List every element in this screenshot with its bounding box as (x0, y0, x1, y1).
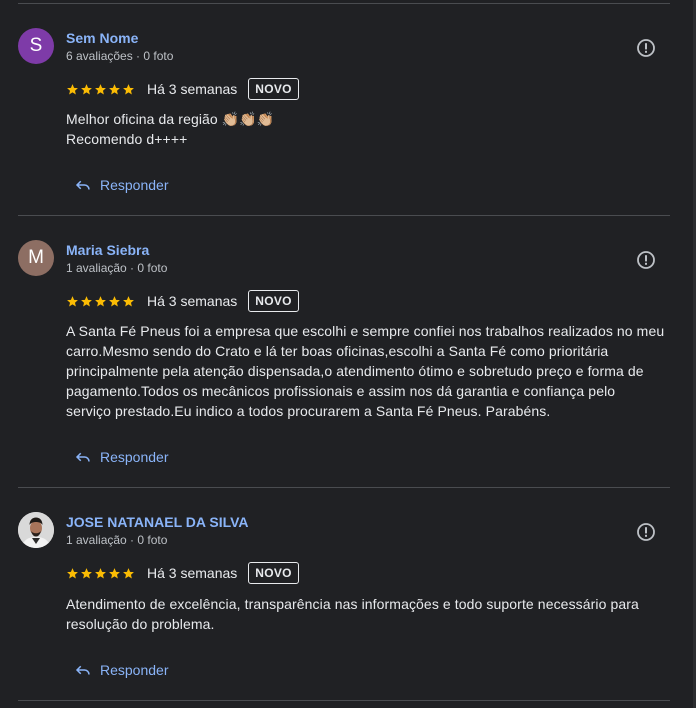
report-flag-icon[interactable] (636, 38, 656, 58)
review-text-line: carro.Mesmo sendo do Crato e lá ter boas… (66, 343, 609, 359)
star-icon (67, 295, 78, 306)
star-icon (81, 83, 92, 94)
rating-row: Há 3 semanas NOVO (66, 77, 299, 101)
review-text: Atendimento de excelência, transparência… (66, 594, 678, 634)
rating-row: Há 3 semanas NOVO (66, 289, 299, 313)
rating-row: Há 3 semanas NOVO (66, 561, 299, 585)
review-text-line: A Santa Fé Pneus foi a empresa que escol… (66, 323, 665, 339)
review-text-line: Atendimento de excelência, transparência… (66, 596, 639, 612)
star-icon (109, 295, 120, 306)
author-name[interactable]: Sem Nome (66, 30, 138, 46)
star-icon (95, 295, 106, 306)
report-flag-icon[interactable] (636, 522, 656, 542)
reply-button[interactable]: Responder (74, 176, 169, 194)
review-text-line: principalmente pela atenção dispensada,o… (66, 363, 644, 379)
author-meta: 6 avaliações · 0 foto (66, 49, 174, 63)
author-name[interactable]: Maria Siebra (66, 242, 149, 258)
reply-arrow-icon (75, 452, 90, 462)
star-icon (95, 567, 106, 578)
author-name[interactable]: JOSE NATANAEL DA SILVA (66, 514, 249, 530)
reply-arrow-icon (75, 665, 90, 675)
review-age: Há 3 semanas (147, 565, 238, 581)
star-icon (123, 567, 134, 578)
new-badge: NOVO (248, 78, 299, 100)
review-text: A Santa Fé Pneus foi a empresa que escol… (66, 321, 678, 421)
divider (18, 215, 670, 216)
author-meta: 1 avaliação · 0 foto (66, 533, 168, 547)
star-rating (66, 295, 135, 308)
star-icon (67, 83, 78, 94)
report-flag-icon[interactable] (636, 250, 656, 270)
avatar[interactable] (18, 512, 54, 548)
profile-photo-icon (18, 512, 54, 548)
review-text-line: Recomendo d++++ (66, 131, 188, 147)
reply-button[interactable]: Responder (74, 448, 169, 466)
divider (18, 700, 670, 701)
reply-label: Responder (100, 662, 169, 678)
divider (18, 487, 670, 488)
star-icon (109, 567, 120, 578)
star-icon (123, 83, 134, 94)
review-text-line: serviço prestado.Eu indico a todos procu… (66, 403, 551, 419)
reply-label: Responder (100, 449, 169, 465)
reply-label: Responder (100, 177, 169, 193)
avatar-letter: S (29, 35, 43, 56)
new-badge: NOVO (248, 290, 299, 312)
star-icon (123, 295, 134, 306)
review-age: Há 3 semanas (147, 81, 238, 97)
avatar[interactable]: M (18, 240, 54, 276)
author-meta: 1 avaliação · 0 foto (66, 261, 168, 275)
star-icon (81, 567, 92, 578)
new-badge: NOVO (248, 562, 299, 584)
review-text-line: Melhor oficina da região 👏🏼👏🏼👏🏼 (66, 111, 275, 127)
review-text: Melhor oficina da região 👏🏼👏🏼👏🏼 Recomend… (66, 109, 678, 149)
avatar[interactable]: S (18, 28, 54, 64)
avatar-letter: M (28, 247, 44, 268)
reply-button[interactable]: Responder (74, 661, 169, 679)
star-icon (67, 567, 78, 578)
star-rating (66, 83, 135, 96)
review-age: Há 3 semanas (147, 293, 238, 309)
review-text-line: resolução do problema. (66, 616, 215, 632)
star-icon (81, 295, 92, 306)
review-text-line: pagamento.Todos os mecânicos profissiona… (66, 383, 616, 399)
star-icon (109, 83, 120, 94)
star-rating (66, 567, 135, 580)
star-icon (95, 83, 106, 94)
reply-arrow-icon (75, 180, 90, 190)
divider (18, 3, 670, 4)
